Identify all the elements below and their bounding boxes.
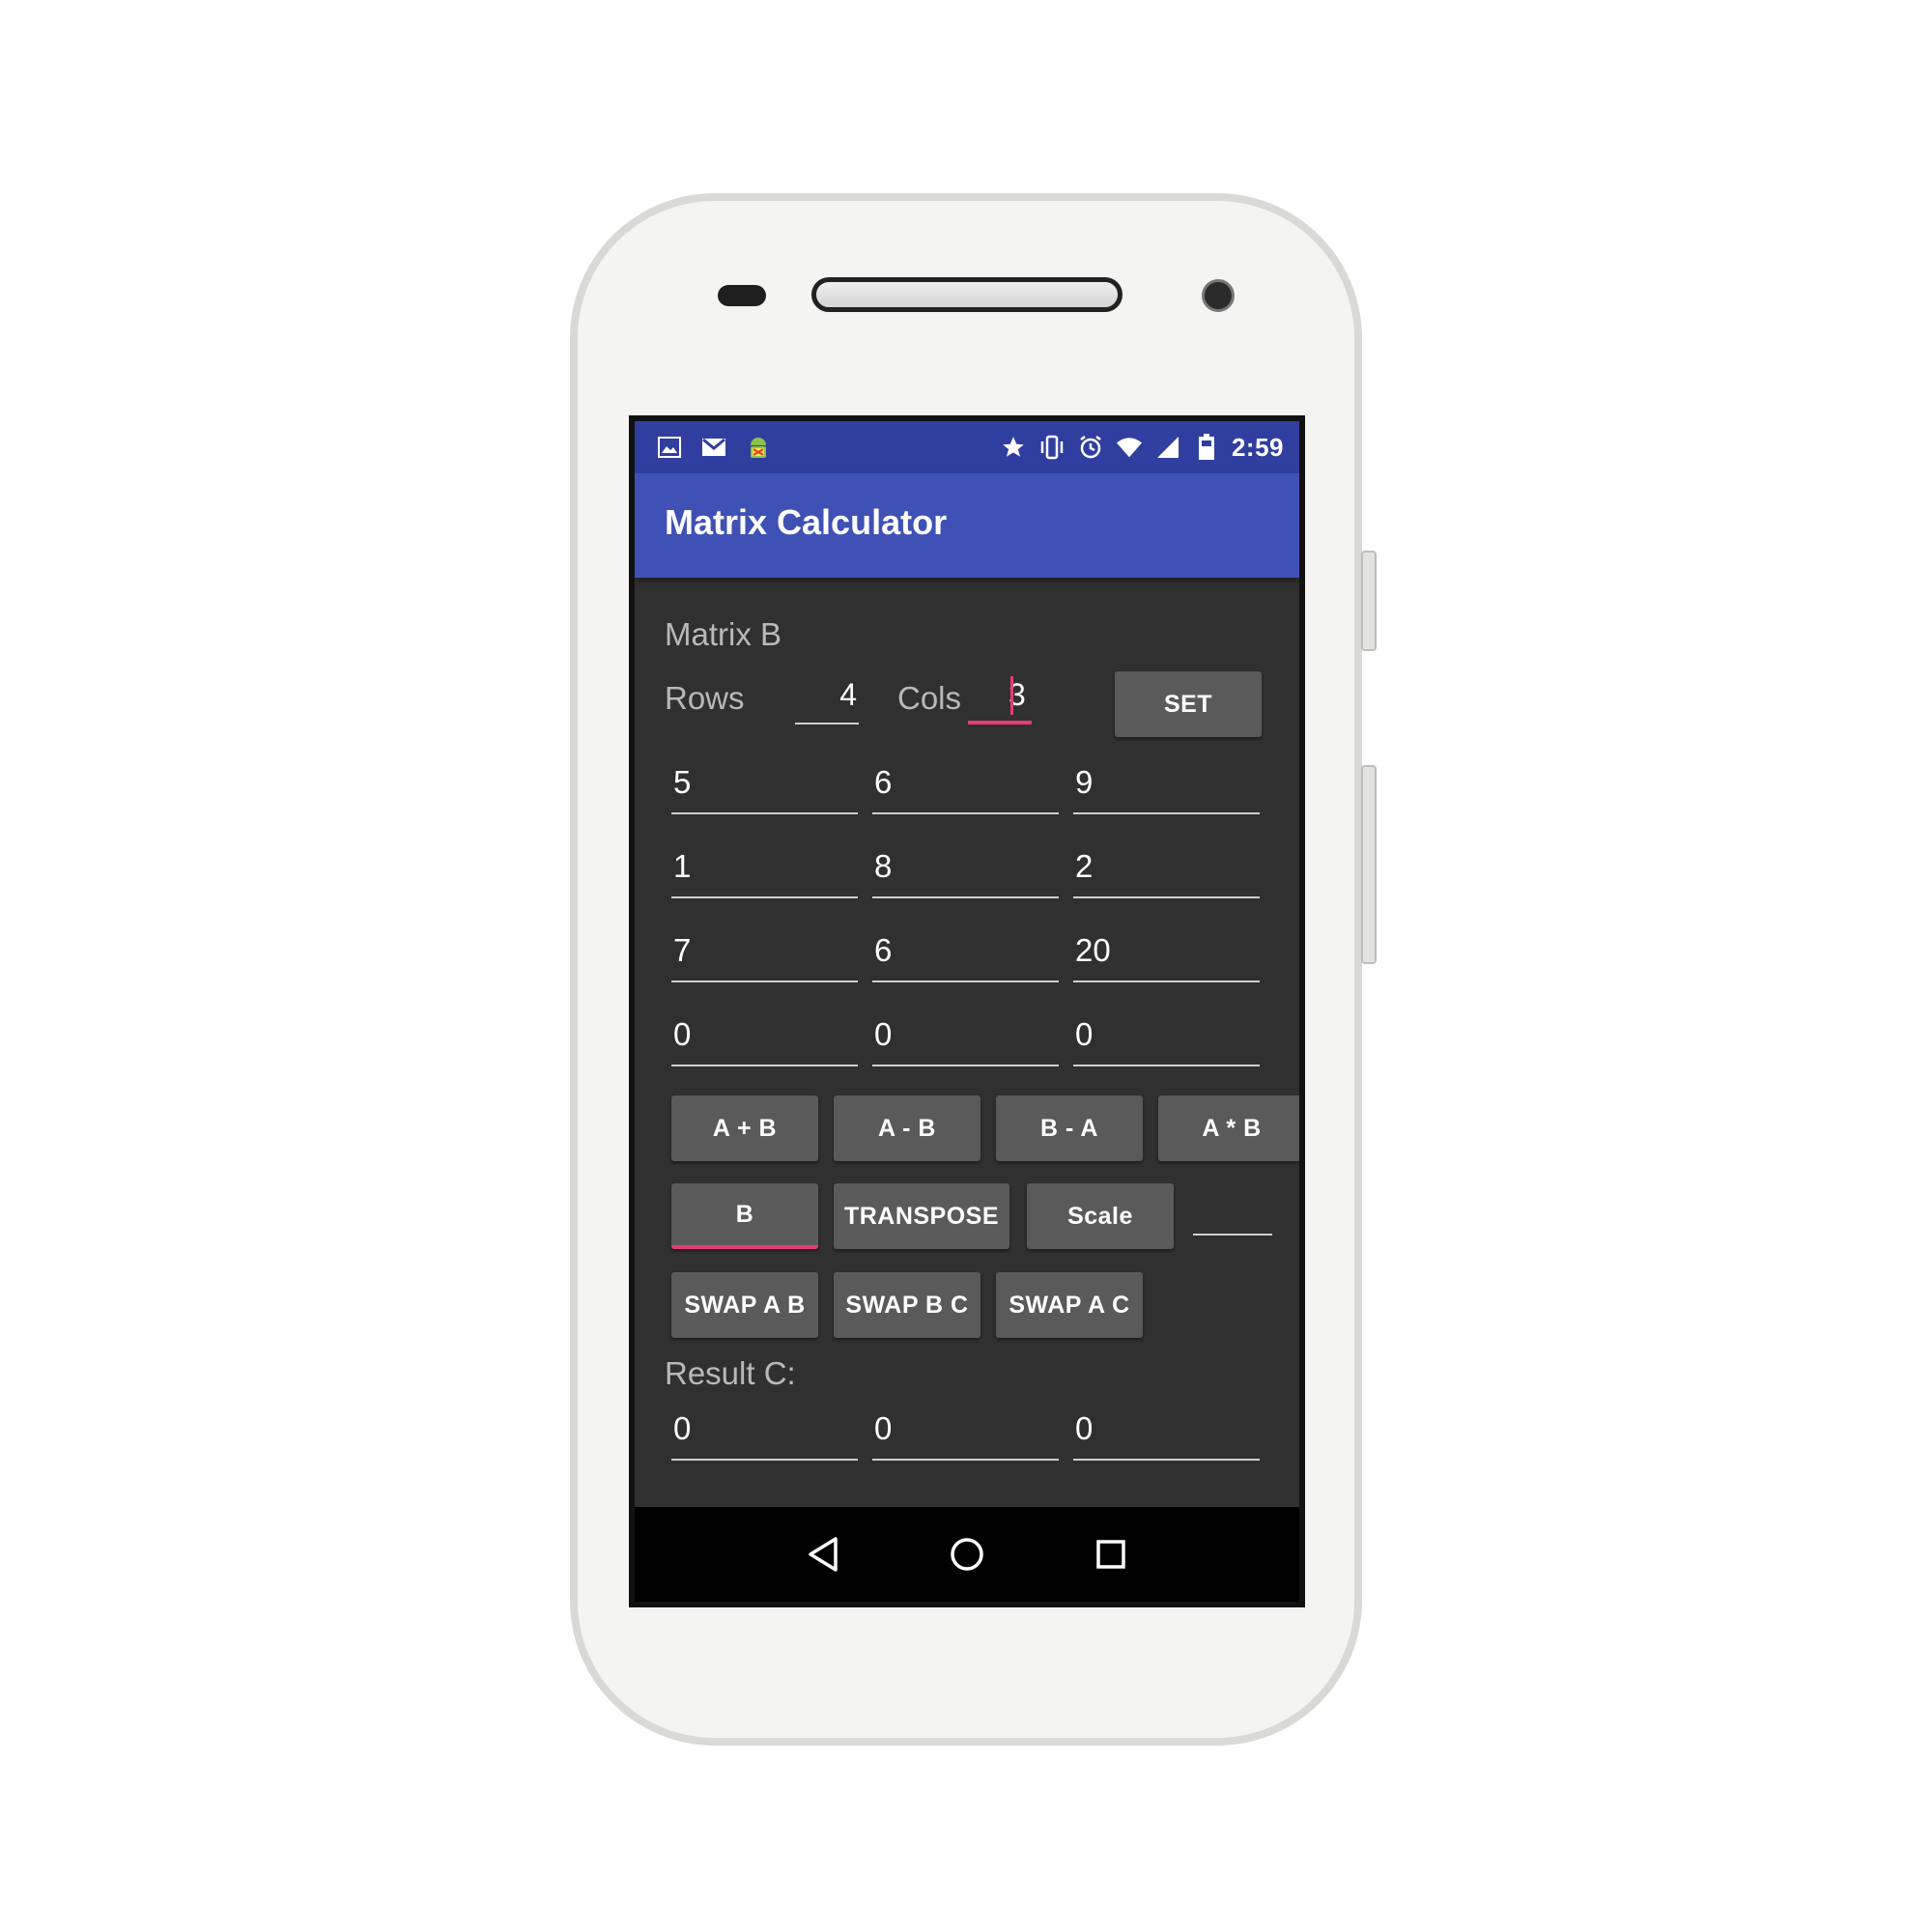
vibrate-icon — [1038, 434, 1065, 461]
matrix-cell-r3-c1[interactable]: 7 — [671, 926, 858, 982]
result-cell-c3[interactable]: 0 — [1073, 1405, 1260, 1461]
rows-label: Rows — [665, 680, 745, 716]
matrix-cell-r2-c2[interactable]: 8 — [872, 842, 1059, 898]
alarm-icon — [1077, 434, 1104, 461]
android-debug-icon — [745, 434, 772, 461]
phone-sensor — [718, 285, 766, 306]
wifi-icon — [1116, 434, 1143, 461]
matrix-cell-r4-c2[interactable]: 0 — [872, 1010, 1059, 1066]
matrix-cell-r2-c1[interactable]: 1 — [671, 842, 858, 898]
b-button[interactable]: B — [671, 1183, 818, 1249]
battery-icon — [1193, 434, 1220, 461]
cols-input[interactable]: 3 — [968, 672, 1032, 724]
phone-power-button — [1361, 765, 1377, 964]
matrix-cell-r4-c3[interactable]: 0 — [1073, 1010, 1260, 1066]
matrix-cell-r1-c2[interactable]: 6 — [872, 758, 1059, 814]
a-plus-b-button[interactable]: A + B — [671, 1095, 818, 1161]
status-bar: 2:59 — [635, 421, 1299, 473]
swap-a-b-button[interactable]: SWAP A B — [671, 1272, 818, 1338]
matrix-cell-r3-c3[interactable]: 20 — [1073, 926, 1260, 982]
phone-earpiece — [811, 277, 1122, 312]
image-icon — [656, 434, 683, 461]
gmail-icon — [700, 434, 727, 461]
result-cell-c2[interactable]: 0 — [872, 1405, 1059, 1461]
a-times-b-button[interactable]: A * B — [1158, 1095, 1299, 1161]
matrix-cell-r1-c3[interactable]: 9 — [1073, 758, 1260, 814]
scale-input[interactable] — [1193, 1183, 1272, 1236]
matrix-cell-r2-c3[interactable]: 2 — [1073, 842, 1260, 898]
phone-volume-button — [1361, 551, 1377, 651]
recents-icon[interactable] — [1088, 1531, 1134, 1577]
matrix-heading: Matrix B — [665, 616, 782, 652]
rows-input[interactable]: 4 — [795, 672, 859, 724]
a-minus-b-button[interactable]: A - B — [834, 1095, 980, 1161]
swap-b-c-button[interactable]: SWAP B C — [834, 1272, 980, 1338]
home-icon[interactable] — [944, 1531, 990, 1577]
b-minus-a-button[interactable]: B - A — [996, 1095, 1143, 1161]
result-cell-c1[interactable]: 0 — [671, 1405, 858, 1461]
result-heading: Result C: — [665, 1355, 796, 1391]
swap-a-c-button[interactable]: SWAP A C — [996, 1272, 1143, 1338]
scale-button[interactable]: Scale — [1027, 1183, 1174, 1249]
app-title: Matrix Calculator — [665, 502, 948, 542]
signal-icon — [1154, 434, 1181, 461]
transpose-button[interactable]: TRANSPOSE — [834, 1183, 1009, 1249]
star-icon — [1000, 434, 1027, 461]
text-cursor — [1010, 676, 1013, 715]
matrix-cell-r3-c2[interactable]: 6 — [872, 926, 1059, 982]
status-time: 2:59 — [1231, 432, 1284, 462]
matrix-cell-r4-c1[interactable]: 0 — [671, 1010, 858, 1066]
app-bar: Matrix Calculator — [635, 473, 1299, 578]
phone-camera — [1202, 279, 1235, 312]
phone-screen: 2:59 Matrix Calculator Matrix B Rows 4 C… — [629, 415, 1305, 1607]
cols-label: Cols — [897, 680, 962, 716]
matrix-cell-r1-c1[interactable]: 5 — [671, 758, 858, 814]
navigation-bar — [635, 1507, 1299, 1602]
back-icon[interactable] — [800, 1531, 846, 1577]
set-button[interactable]: SET — [1115, 671, 1262, 737]
main-content: Matrix B Rows 4 Cols 3 SET 5 6 9 1 8 2 7… — [635, 578, 1299, 1488]
